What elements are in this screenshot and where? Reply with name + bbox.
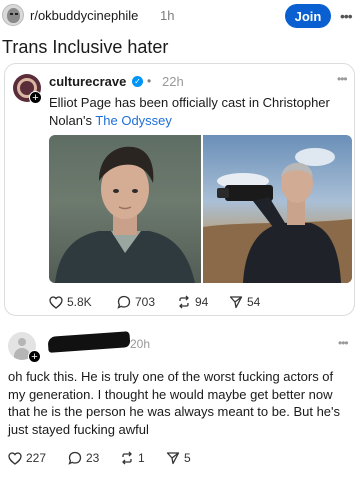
send-icon [229, 296, 243, 309]
embedded-text-prefix: Elliot Page has been officially cast in … [49, 95, 330, 128]
send-icon [166, 452, 180, 465]
share-count: 54 [247, 295, 261, 309]
subreddit-name[interactable]: r/okbuddycinephile [30, 8, 138, 23]
like-count: 5.8K [67, 295, 92, 309]
repost-count: 94 [195, 295, 209, 309]
comment-share-count: 5 [184, 451, 191, 465]
post-title[interactable]: Trans Inclusive hater [2, 37, 168, 58]
avatar-head [18, 338, 26, 346]
reply-count: 703 [135, 295, 156, 309]
comment-bubble-icon [68, 451, 82, 465]
heart-icon [8, 451, 22, 465]
embedded-post-card[interactable]: + culturecrave ✓ • 22h ••• Elliot Page h… [4, 63, 355, 316]
embedded-post-time: 22h [162, 74, 184, 89]
embedded-more-icon[interactable]: ••• [337, 72, 348, 86]
elliot-page-photo[interactable] [49, 135, 201, 283]
like-stat[interactable]: 5.8K [49, 292, 92, 312]
share-stat[interactable]: 54 [229, 292, 260, 312]
follow-plus-icon[interactable]: + [29, 91, 42, 104]
embedded-text-link[interactable]: The Odyssey [95, 113, 172, 128]
comment-like-count: 227 [26, 451, 47, 465]
comment-more-icon[interactable]: ••• [338, 336, 349, 350]
avatar-eye-right [15, 13, 18, 15]
director-camera-illustration [203, 148, 352, 283]
post-header: r/okbuddycinephile 1h Join ••• [0, 0, 358, 34]
comment-bubble-icon [117, 295, 131, 309]
redacted-username [47, 331, 131, 353]
comment-reply-stat[interactable]: 23 [68, 448, 99, 468]
reply-stat[interactable]: 703 [117, 292, 155, 312]
actor-portrait-illustration [55, 146, 195, 283]
repost-icon [122, 451, 132, 465]
christopher-nolan-photo[interactable] [203, 135, 352, 283]
embedded-post-text: Elliot Page has been officially cast in … [49, 94, 345, 130]
subreddit-avatar[interactable] [2, 4, 24, 26]
embedded-username[interactable]: culturecrave [49, 74, 126, 89]
comment-text: oh fuck this. He is truly one of the wor… [8, 369, 341, 437]
embedded-stats-bar: 5.8K 703 94 54 [5, 292, 356, 312]
more-options-icon[interactable]: ••• [340, 8, 353, 24]
comment-repost-count: 1 [138, 451, 145, 465]
repost-icon [179, 295, 189, 309]
comment-stats-bar: 227 23 1 5 [0, 448, 358, 468]
post-time: 1h [160, 8, 175, 23]
avatar-eye-left [10, 13, 13, 15]
join-button[interactable]: Join [285, 4, 331, 28]
commenter-follow-plus-icon[interactable]: + [28, 350, 41, 363]
verified-badge-icon: ✓ [132, 76, 143, 87]
comment-repost-stat[interactable]: 1 [120, 448, 145, 468]
repost-stat[interactable]: 94 [177, 292, 208, 312]
comment-time: 20h [130, 337, 151, 351]
separator-dot: • [147, 74, 152, 88]
avatar-face [7, 8, 20, 23]
comment-share-stat[interactable]: 5 [166, 448, 191, 468]
heart-icon [49, 295, 63, 309]
comment-reply-count: 23 [86, 451, 100, 465]
embedded-image-gallery[interactable] [49, 135, 352, 283]
comment-like-stat[interactable]: 227 [8, 448, 46, 468]
